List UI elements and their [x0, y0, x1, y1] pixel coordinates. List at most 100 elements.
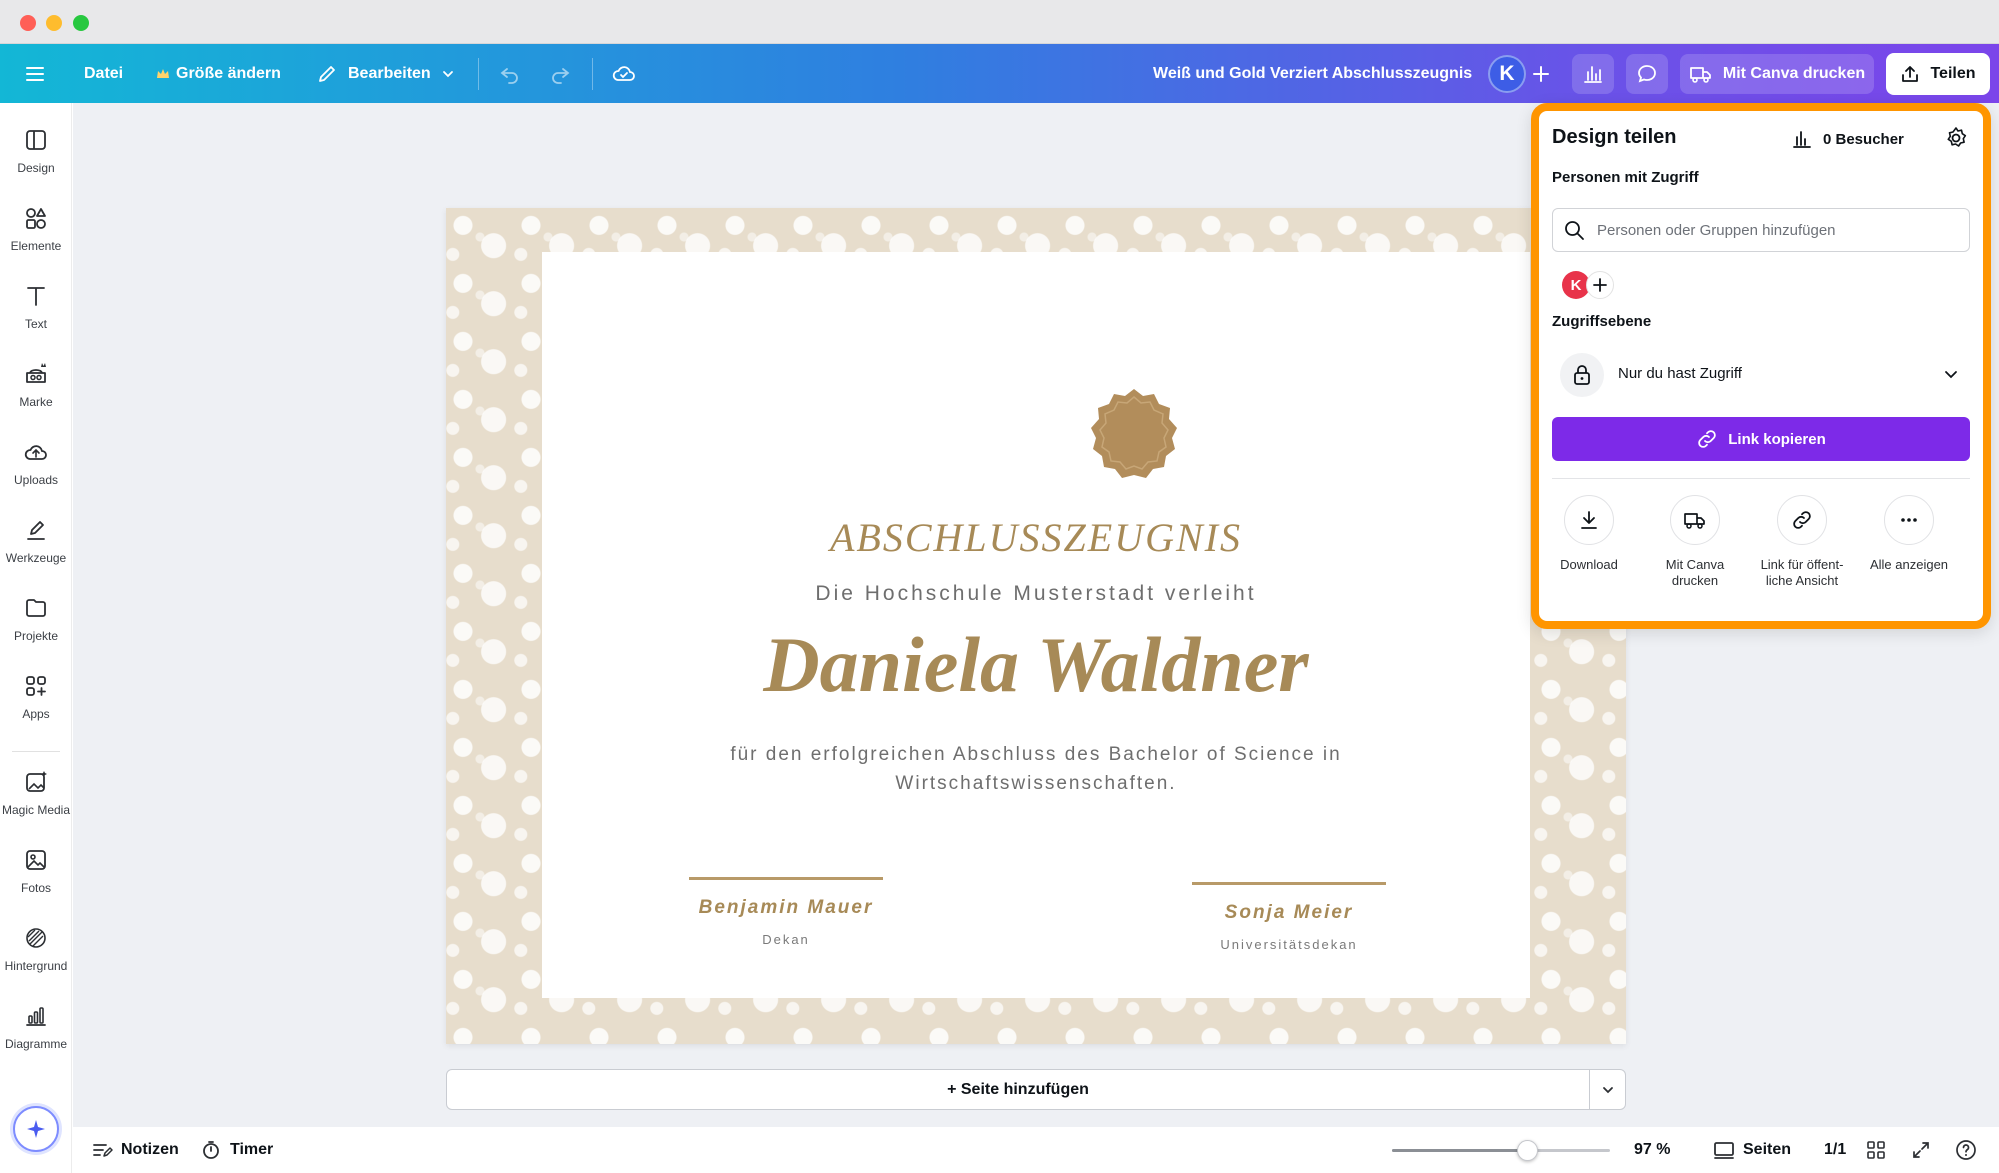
signer-1-role[interactable]: Dekan: [666, 932, 906, 947]
fullscreen-button[interactable]: [1911, 1127, 1931, 1173]
close-window-button[interactable]: [20, 15, 36, 31]
add-page-options-button[interactable]: [1590, 1069, 1626, 1110]
certificate-subtitle[interactable]: Die Hochschule Musterstadt verleiht: [542, 582, 1530, 606]
access-level-heading: Zugriffsebene: [1552, 313, 1652, 330]
access-level-dropdown[interactable]: Nur du hast Zugriff: [1552, 351, 1970, 399]
resize-button[interactable]: Größe ändern: [156, 44, 281, 103]
insights-button[interactable]: [1572, 54, 1614, 94]
sidebar-label: Text: [24, 317, 47, 331]
file-menu[interactable]: Datei: [84, 44, 123, 103]
plus-icon: [1533, 65, 1549, 82]
apps-grid-icon: [26, 676, 46, 696]
link-icon: [1698, 430, 1716, 448]
visitors-button[interactable]: 0 Besucher: [1791, 127, 1904, 151]
sidebar-item-photos[interactable]: Fotos: [0, 847, 72, 917]
sidebar-label: Uploads: [13, 473, 59, 487]
print-action-circle[interactable]: [1670, 495, 1720, 545]
copy-link-label: Link kopieren: [1728, 430, 1826, 448]
edit-dropdown[interactable]: Bearbeiten: [316, 44, 455, 103]
redo-button[interactable]: [548, 44, 572, 103]
sidebar-label: Projekte: [13, 629, 59, 643]
sidebar-item-design[interactable]: Design: [0, 127, 72, 197]
sidebar-item-magic-media[interactable]: Magic Media: [0, 769, 72, 839]
text-icon: [27, 287, 45, 306]
certificate-description[interactable]: für den erfolgreichen Abschluss des Bach…: [702, 740, 1370, 798]
page-counter[interactable]: 1/1: [1824, 1127, 1846, 1173]
notes-button[interactable]: Notizen: [91, 1127, 179, 1173]
add-page-button[interactable]: + Seite hinzufügen: [446, 1069, 1590, 1110]
add-collaborator-button[interactable]: [1532, 44, 1550, 103]
sidebar-item-text[interactable]: Text: [0, 283, 72, 353]
download-action[interactable]: Download: [1539, 495, 1639, 573]
timer-button[interactable]: Timer: [200, 1127, 273, 1173]
zoom-slider-handle[interactable]: [1517, 1140, 1539, 1161]
print-action[interactable]: Mit Canva drucken: [1645, 495, 1745, 589]
maximize-window-button[interactable]: [73, 15, 89, 31]
signer-2-name[interactable]: Sonja Meier: [1169, 902, 1409, 924]
print-with-canva-button[interactable]: Mit Canva drucken: [1680, 54, 1874, 94]
sidebar-item-background[interactable]: Hintergrund: [0, 925, 72, 995]
undo-icon: [500, 67, 518, 84]
search-icon: [1565, 221, 1584, 240]
crown-icon: [157, 68, 169, 78]
public-view-link-circle[interactable]: [1777, 495, 1827, 545]
gear-icon[interactable]: [1943, 125, 1969, 151]
notes-icon: [93, 1144, 113, 1157]
comment-icon: [1638, 65, 1656, 83]
more-icon: [1901, 518, 1917, 522]
certificate-title[interactable]: ABSCHLUSSZEUGNIS: [542, 514, 1530, 561]
sidebar-item-charts[interactable]: Diagramme: [0, 1003, 72, 1073]
show-all-label: Alle anzeigen: [1869, 557, 1949, 572]
certificate-content[interactable]: ABSCHLUSSZEUGNIS Die Hochschule Musterst…: [542, 252, 1530, 998]
sidebar-item-apps[interactable]: Apps: [0, 673, 72, 743]
photo-icon: [26, 850, 46, 870]
download-icon: [1581, 511, 1597, 529]
signer-1-name[interactable]: Benjamin Mauer: [666, 897, 906, 919]
timer-icon: [203, 1141, 219, 1159]
comments-button[interactable]: [1626, 54, 1668, 94]
signature-line-1[interactable]: [689, 877, 883, 880]
menu-button[interactable]: [24, 44, 46, 103]
window-titlebar: [0, 0, 1999, 44]
signer-2-role[interactable]: Universitätsdekan: [1169, 937, 1409, 952]
sidebar-item-uploads[interactable]: Uploads: [0, 439, 72, 509]
grid-view-icon: [1867, 1141, 1885, 1159]
pages-button[interactable]: Seiten: [1713, 1127, 1791, 1173]
sidebar-item-brand[interactable]: Marke: [0, 361, 72, 431]
sidebar-item-projects[interactable]: Projekte: [0, 595, 72, 665]
add-person-button[interactable]: [1586, 271, 1614, 299]
magic-assistant-button[interactable]: [13, 1106, 59, 1152]
magic-media-icon: [26, 771, 47, 792]
bottom-bar: Notizen Timer 97 % Seiten 1/1: [73, 1127, 1999, 1173]
access-level-value: Nur du hast Zugriff: [1618, 365, 1742, 382]
signature-line-2[interactable]: [1192, 882, 1386, 885]
sidebar-label: Fotos: [20, 881, 51, 895]
expand-icon: [1913, 1142, 1929, 1158]
certificate-recipient-name[interactable]: Daniela Waldner: [542, 620, 1530, 710]
zoom-slider-fill: [1392, 1149, 1528, 1152]
grid-view-button[interactable]: [1866, 1127, 1886, 1173]
certificate-page[interactable]: ABSCHLUSSZEUGNIS Die Hochschule Musterst…: [446, 208, 1626, 1044]
help-button[interactable]: [1955, 1127, 1977, 1173]
lock-icon-wrapper: [1560, 353, 1604, 397]
user-avatar[interactable]: K: [1488, 55, 1526, 93]
zoom-slider[interactable]: [1392, 1140, 1610, 1161]
show-all-circle[interactable]: [1884, 495, 1934, 545]
download-action-circle[interactable]: [1564, 495, 1614, 545]
document-title[interactable]: Weiß und Gold Verziert Abschlusszeugnis: [1153, 44, 1472, 103]
sidebar-label: Hintergrund: [4, 959, 68, 973]
people-search-input[interactable]: Personen oder Gruppen hinzufügen: [1552, 208, 1970, 252]
copy-link-button[interactable]: Link kopieren: [1552, 417, 1970, 461]
share-button[interactable]: Teilen: [1886, 53, 1990, 95]
zoom-percentage[interactable]: 97 %: [1634, 1127, 1670, 1173]
show-all-action[interactable]: Alle anzeigen: [1859, 495, 1959, 573]
seal-icon[interactable]: [1086, 387, 1182, 483]
sidebar-item-elements[interactable]: Elemente: [0, 205, 72, 275]
layout-icon: [26, 130, 46, 150]
public-view-link-action[interactable]: Link für öffent-liche Ansicht: [1752, 495, 1852, 589]
pencil-icon: [319, 65, 335, 82]
minimize-window-button[interactable]: [46, 15, 62, 31]
undo-button[interactable]: [498, 44, 522, 103]
save-status-button[interactable]: [611, 44, 637, 103]
sidebar-item-tools[interactable]: Werkzeuge: [0, 517, 72, 587]
